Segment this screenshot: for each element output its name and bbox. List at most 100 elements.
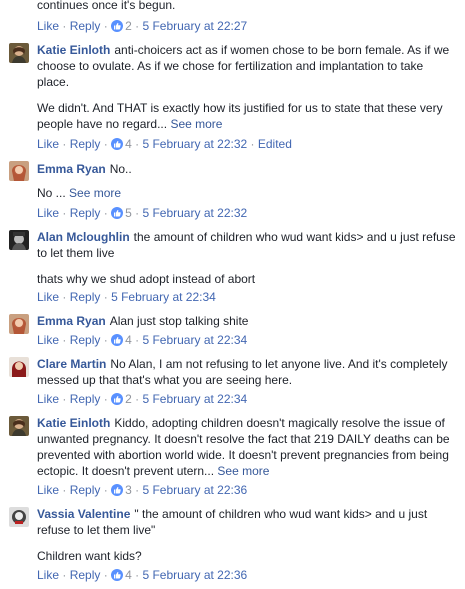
like-reaction-icon[interactable] [111, 20, 124, 32]
timestamp[interactable]: 5 February at 22:36 [142, 568, 247, 582]
author-name[interactable]: Alan Mcloughlin [37, 230, 130, 244]
comment-actions: Like · Reply · 2 · 5 February at 22:27 [37, 18, 247, 34]
timestamp[interactable]: 5 February at 22:34 [111, 290, 216, 304]
avatar[interactable] [9, 416, 29, 436]
comment-body: Vassia Valentine " the amount of children… [37, 506, 457, 564]
like-reaction-icon[interactable] [111, 569, 124, 581]
separator: · [135, 333, 140, 347]
author-name[interactable]: Emma Ryan [37, 314, 106, 328]
partial-comment-text: continues once it's begun. [37, 0, 457, 13]
timestamp[interactable]: 5 February at 22:32 [142, 206, 247, 220]
comment-text: We didn't. And THAT is exactly how its j… [37, 101, 443, 131]
separator: · [62, 483, 67, 497]
timestamp[interactable]: 5 February at 22:36 [142, 483, 247, 497]
avatar[interactable] [9, 161, 29, 181]
reply-button[interactable]: Reply [70, 483, 101, 497]
comment-actions: Like · Reply · 3 · 5 February at 22:36 [37, 482, 247, 498]
reply-button[interactable]: Reply [70, 392, 101, 406]
like-button[interactable]: Like [37, 290, 59, 304]
separator: · [250, 137, 255, 151]
timestamp[interactable]: 5 February at 22:34 [142, 333, 247, 347]
like-reaction-icon[interactable] [111, 393, 124, 405]
separator: · [62, 333, 67, 347]
like-button[interactable]: Like [37, 19, 59, 33]
reply-button[interactable]: Reply [70, 333, 101, 347]
author-name[interactable]: Clare Martin [37, 357, 106, 371]
separator: · [103, 206, 108, 220]
separator: · [135, 19, 140, 33]
separator: · [103, 290, 108, 304]
avatar[interactable] [9, 507, 29, 527]
like-count[interactable]: 2 [125, 19, 132, 33]
separator: · [103, 137, 108, 151]
separator: · [62, 19, 67, 33]
timestamp[interactable]: 5 February at 22:34 [142, 392, 247, 406]
like-reaction-icon[interactable] [111, 484, 124, 496]
separator: · [103, 483, 108, 497]
timestamp[interactable]: 5 February at 22:27 [142, 19, 247, 33]
author-name[interactable]: Emma Ryan [37, 162, 106, 176]
like-count[interactable]: 5 [125, 206, 132, 220]
like-button[interactable]: Like [37, 333, 59, 347]
separator: · [103, 333, 108, 347]
like-reaction-icon[interactable] [111, 334, 124, 346]
reply-button[interactable]: Reply [70, 19, 101, 33]
reply-button[interactable]: Reply [70, 290, 101, 304]
edited-label[interactable]: Edited [258, 137, 292, 151]
like-count[interactable]: 3 [125, 483, 132, 497]
separator: · [62, 290, 67, 304]
see-more-link[interactable]: See more [69, 186, 121, 200]
avatar[interactable] [9, 43, 29, 63]
like-count[interactable]: 4 [125, 137, 132, 151]
like-count[interactable]: 2 [125, 392, 132, 406]
comment-body: Emma Ryan No.. No ... See more [37, 161, 457, 201]
comment-actions: Like · Reply · 4 · 5 February at 22:36 [37, 567, 247, 583]
separator: · [103, 568, 108, 582]
comment-text: continues once it's begun. [37, 0, 176, 12]
comment-actions: Like · Reply · 4 · 5 February at 22:34 [37, 332, 247, 348]
comment-text: No ... [37, 186, 66, 200]
comment-actions: Like · Reply · 4 · 5 February at 22:32 ·… [37, 136, 292, 152]
comment-body: Clare Martin No Alan, I am not refusing t… [37, 356, 457, 388]
separator: · [135, 483, 140, 497]
author-name[interactable]: Katie Einloth [37, 416, 110, 430]
comment-text: Children want kids? [37, 549, 142, 563]
author-name[interactable]: Katie Einloth [37, 43, 110, 57]
like-count[interactable]: 4 [125, 568, 132, 582]
like-reaction-icon[interactable] [111, 207, 124, 219]
separator: · [135, 206, 140, 220]
separator: · [62, 392, 67, 406]
separator: · [62, 137, 67, 151]
comment-actions: Like · Reply · 2 · 5 February at 22:34 [37, 391, 247, 407]
comment-body: Alan Mcloughlin the amount of children wh… [37, 229, 457, 287]
author-name[interactable]: Vassia Valentine [37, 507, 130, 521]
avatar[interactable] [9, 314, 29, 334]
separator: · [62, 568, 67, 582]
separator: · [135, 137, 140, 151]
comment-text: thats why we shud adopt instead of abort [37, 272, 256, 286]
reply-button[interactable]: Reply [70, 137, 101, 151]
like-button[interactable]: Like [37, 137, 59, 151]
separator: · [135, 568, 140, 582]
like-reaction-icon[interactable] [111, 138, 124, 150]
avatar[interactable] [9, 230, 29, 250]
separator: · [62, 206, 67, 220]
see-more-link[interactable]: See more [170, 117, 222, 131]
comment-text: Alan just stop talking shite [109, 314, 249, 328]
like-button[interactable]: Like [37, 392, 59, 406]
comment-actions: Like · Reply · 5 · 5 February at 22:32 [37, 205, 247, 221]
avatar[interactable] [9, 357, 29, 377]
reply-button[interactable]: Reply [70, 568, 101, 582]
comment-body: Emma Ryan Alan just stop talking shite [37, 313, 457, 329]
comment-text: No.. [109, 162, 132, 176]
see-more-link[interactable]: See more [217, 464, 269, 478]
timestamp[interactable]: 5 February at 22:32 [142, 137, 247, 151]
separator: · [103, 19, 108, 33]
like-button[interactable]: Like [37, 483, 59, 497]
reply-button[interactable]: Reply [70, 206, 101, 220]
like-button[interactable]: Like [37, 568, 59, 582]
comment-body: Katie Einloth anti-choicers act as if wom… [37, 42, 457, 132]
like-count[interactable]: 4 [125, 333, 132, 347]
like-button[interactable]: Like [37, 206, 59, 220]
comment-actions: Like · Reply · 5 February at 22:34 [37, 289, 216, 305]
